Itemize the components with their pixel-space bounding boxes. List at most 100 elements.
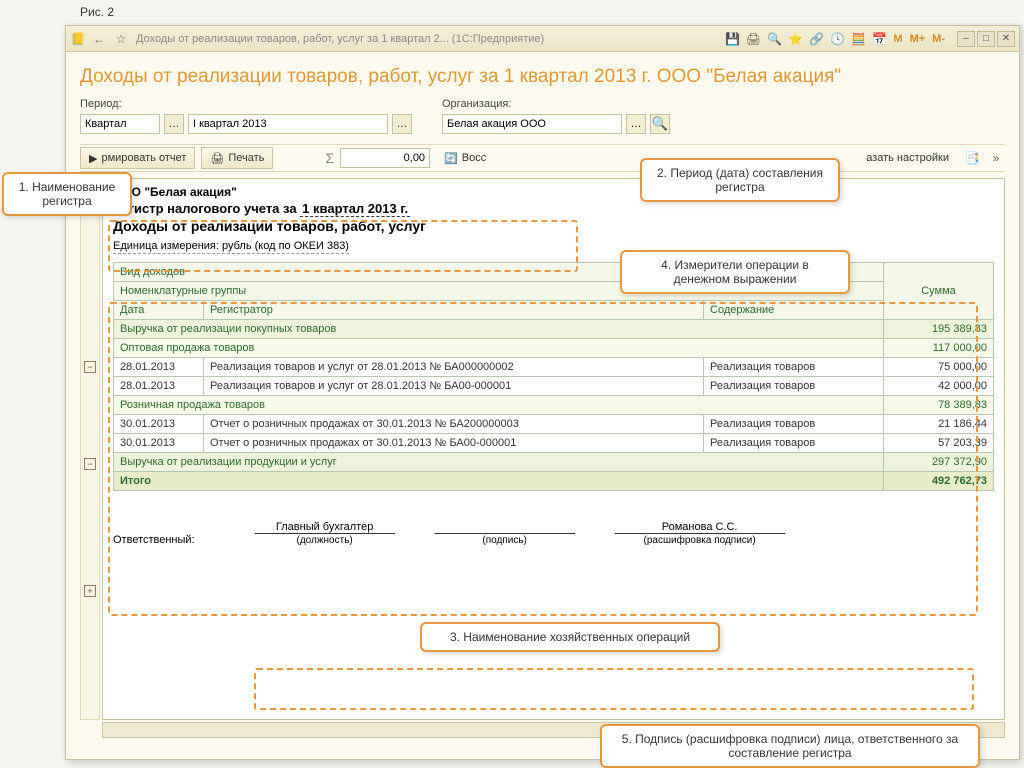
table-row[interactable]: 30.01.2013 Отчет о розничных продажах от… [114,415,994,434]
sign-name-label: (расшифровка подписи) [615,533,785,546]
callout-4: 4. Измерители операции в денежном выраже… [620,250,850,294]
figure-label: Рис. 2 [80,5,114,19]
report-unit: Единица измерения: рубль (код по ОКЕИ 38… [113,240,349,254]
callout-5: 5. Подпись (расшифровка подписи) лица, о… [600,724,980,768]
group2a-sum: 117 000,00 [884,339,994,358]
cell-content: Реализация товаров [704,415,884,434]
signature-row: Ответственный: Главный бухгалтер (должно… [113,521,994,546]
window-title: Доходы от реализации товаров, работ, усл… [136,33,544,45]
settings-extra-icon[interactable]: 📑 [963,149,981,167]
cell-sum: 75 000,00 [884,358,994,377]
total-sum: 492 762,73 [884,472,994,491]
play-icon: ▶ [89,152,97,165]
sigma-icon: Σ [325,150,334,166]
collapse-group-2[interactable]: − [84,458,96,470]
sign-position-value: Главный бухгалтер [276,521,373,533]
preview-icon[interactable]: 🔍 [765,30,783,48]
cell-date: 30.01.2013 [114,434,204,453]
link-icon[interactable]: 🔗 [807,30,825,48]
total-label: Итого [114,472,884,491]
sum-display [340,148,430,168]
cell-reg: Реализация товаров и услуг от 28.01.2013… [204,377,704,396]
mem-mminus[interactable]: M- [930,33,947,45]
report-subtitle: Доходы от реализации товаров, работ, усл… [113,218,994,234]
org-label: Организация: [442,98,670,110]
restore-label: Восс [462,152,486,164]
restore-button[interactable]: 🔄 Восс [436,147,494,169]
hdr-sum: Сумма [884,263,994,320]
register-prefix: Регистр налогового учета за [113,201,300,216]
maximize-button[interactable]: □ [977,31,995,47]
callout-1: 1. Наименование регистра [2,172,132,216]
expand-group-3[interactable]: + [84,585,96,597]
period-value-input[interactable] [188,114,388,134]
period-value-picker[interactable]: … [392,114,412,134]
cell-reg: Отчет о розничных продажах от 30.01.2013… [204,434,704,453]
sign-responsible-label: Ответственный: [113,534,195,546]
titlebar-tools: 💾 🖨 🔍 ⭐ 🔗 🕓 🧮 📅 M M+ M- [723,30,947,48]
cell-sum: 21 186,44 [884,415,994,434]
close-button[interactable]: ✕ [997,31,1015,47]
favorite-star-icon[interactable]: ☆ [112,30,130,48]
history-icon[interactable]: 🕓 [828,30,846,48]
show-settings-label: азать настройки [866,152,949,164]
cell-content: Реализация товаров [704,358,884,377]
app-icon: 📒 [70,31,86,47]
callout-3: 3. Наименование хозяйственных операций [420,622,720,652]
titlebar: 📒 ← ☆ Доходы от реализации товаров, рабо… [66,26,1019,52]
more-icon[interactable]: » [987,149,1005,167]
mem-mplus[interactable]: M+ [908,33,928,45]
star-icon[interactable]: ⭐ [786,30,804,48]
period-kind-input[interactable] [80,114,160,134]
cell-reg: Отчет о розничных продажах от 30.01.2013… [204,415,704,434]
org-picker[interactable]: … [626,114,646,134]
report-org: ООО "Белая акация" [113,185,994,199]
nav-back-icon[interactable]: ← [90,30,108,48]
cell-sum: 57 203,39 [884,434,994,453]
minimize-button[interactable]: – [957,31,975,47]
sign-position-label: (должность) [255,533,395,546]
org-input[interactable] [442,114,622,134]
report-table: Вид доходовСумма Номенклатурные группы Д… [113,262,994,491]
group2b-sum: 78 389,83 [884,396,994,415]
print-button[interactable]: 🖨 Печать [201,147,273,169]
cell-content: Реализация товаров [704,434,884,453]
hdr-registrator: Регистратор [204,301,704,320]
save-icon[interactable]: 💾 [723,30,741,48]
calc-icon[interactable]: 🧮 [849,30,867,48]
group2b-name[interactable]: Розничная продажа товаров [114,396,884,415]
form-report-label: рмировать отчет [101,152,186,164]
sign-name-value: Романова С.С. [662,521,738,533]
collapse-group-1[interactable]: − [84,361,96,373]
mem-m[interactable]: M [891,33,904,45]
document-title: Доходы от реализации товаров, работ, усл… [80,66,1005,88]
table-row[interactable]: 28.01.2013 Реализация товаров и услуг от… [114,377,994,396]
report-register-line: Регистр налогового учета за 1 квартал 20… [113,201,994,216]
cell-date: 28.01.2013 [114,377,204,396]
org-search-icon[interactable]: 🔍 [650,114,670,134]
print-icon[interactable]: 🖨 [744,30,762,48]
group1b-name[interactable]: Выручка от реализации продукции и услуг [114,453,884,472]
group1a-sum: 195 389,83 [884,320,994,339]
hdr-content: Содержание [704,301,884,320]
group2a-name[interactable]: Оптовая продажа товаров [114,339,884,358]
register-period: 1 квартал 2013 г. [300,201,410,217]
table-row[interactable]: 28.01.2013 Реализация товаров и услуг от… [114,358,994,377]
callout-2: 2. Период (дата) составления регистра [640,158,840,202]
hdr-date: Дата [114,301,204,320]
calendar-icon[interactable]: 📅 [870,30,888,48]
sign-signature-label: (подпись) [435,533,575,546]
form-report-button[interactable]: ▶ рмировать отчет [80,147,195,169]
cell-sum: 42 000,00 [884,377,994,396]
group1b-sum: 297 372,90 [884,453,994,472]
cell-date: 28.01.2013 [114,358,204,377]
outline-bar: − − + [80,178,100,720]
period-kind-picker[interactable]: … [164,114,184,134]
cell-date: 30.01.2013 [114,415,204,434]
toolbar: ▶ рмировать отчет 🖨 Печать Σ 🔄 Восс азат… [80,144,1005,172]
cell-content: Реализация товаров [704,377,884,396]
show-settings-button[interactable]: азать настройки [858,147,957,169]
group1a-name[interactable]: Выручка от реализации покупных товаров [114,320,884,339]
table-row[interactable]: 30.01.2013 Отчет о розничных продажах от… [114,434,994,453]
cell-reg: Реализация товаров и услуг от 28.01.2013… [204,358,704,377]
